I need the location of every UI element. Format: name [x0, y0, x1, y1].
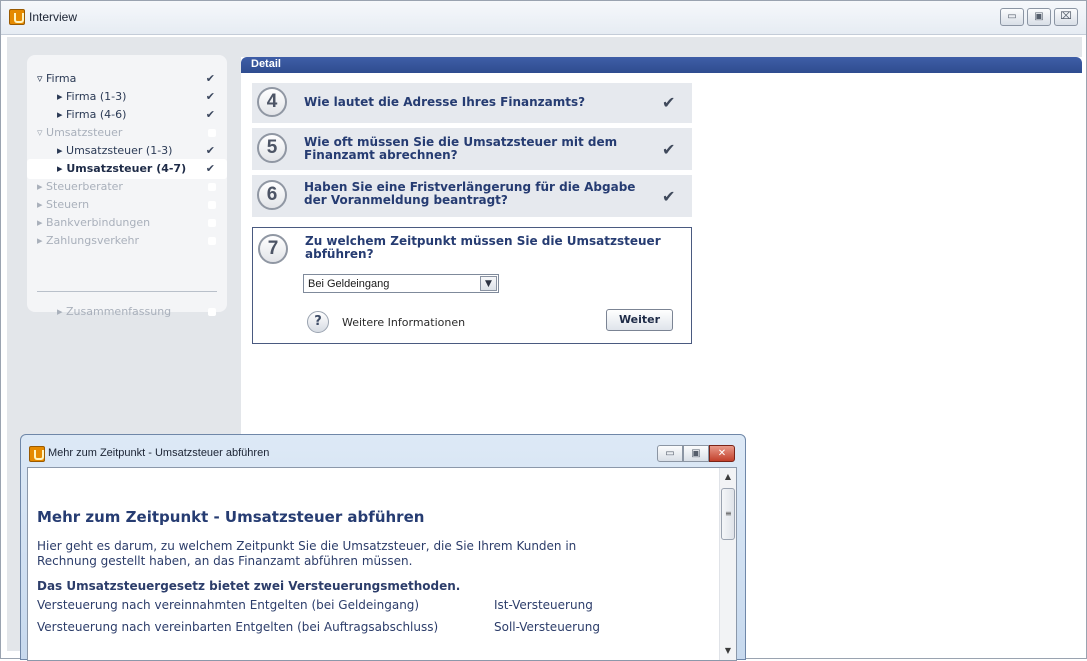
nav-item-label: ▸ Firma (1-3)	[57, 90, 127, 103]
scroll-up-icon[interactable]: ▲	[720, 470, 736, 484]
check-icon: ✔	[662, 140, 676, 159]
scroll-thumb[interactable]: ≡	[721, 488, 735, 540]
status-dot	[208, 237, 216, 245]
nav-item-umsatzsteuer-1-3[interactable]: ▸ Umsatzsteuer (1-3) ✔	[27, 141, 227, 161]
window-title: Interview	[29, 10, 78, 24]
status-dot	[208, 183, 216, 191]
weiter-button[interactable]: Weiter	[606, 309, 673, 331]
chevron-down-icon[interactable]: ▼	[480, 276, 497, 291]
more-info-link[interactable]: Weitere Informationen	[342, 316, 465, 329]
close-button[interactable]: ⌧	[1054, 8, 1078, 26]
maximize-icon: ▣	[1034, 11, 1044, 22]
nav-item-label: ▸ Steuern	[37, 198, 90, 211]
nav-item-label: ▿ Umsatzsteuer	[37, 126, 123, 139]
nav-item-firma-4-6[interactable]: ▸ Firma (4-6) ✔	[27, 105, 227, 125]
detail-header: Detail	[241, 57, 1082, 73]
method-row-name: Ist-Versteuerung	[494, 598, 593, 612]
nav-item-label: ▿ Firma	[37, 72, 77, 85]
app-icon	[9, 9, 25, 25]
nav-item-firma[interactable]: ▿ Firma ✔	[27, 69, 227, 89]
close-icon: ✕	[717, 447, 727, 459]
nav-item-umsatzsteuer[interactable]: ▿ Umsatzsteuer	[27, 123, 227, 143]
nav-item-label: ▸ Bankverbindungen	[37, 216, 151, 229]
status-dot	[208, 308, 216, 316]
check-icon: ✔	[205, 108, 215, 121]
question-number-badge: 6	[257, 180, 287, 210]
select-value: Bei Geldeingang	[308, 278, 390, 290]
check-icon: ✔	[662, 187, 676, 206]
popup-minimize-button[interactable]: ▭	[657, 445, 683, 462]
grip-icon: ≡	[725, 509, 732, 518]
question-text: Zu welchem Zeitpunkt müssen Sie die Umsa…	[305, 234, 661, 261]
question-card-5[interactable]: 5 Wie oft müssen Sie die Umsatzsteuer mi…	[252, 128, 692, 170]
question-card-4[interactable]: 4 Wie lautet die Adresse Ihres Finanzamt…	[252, 83, 692, 123]
nav-item-label: ▸ Umsatzsteuer (1-3)	[57, 144, 173, 157]
nav-item-label: ▸ Zahlungsverkehr	[37, 234, 140, 247]
question-text: Wie lautet die Adresse Ihres Finanzamts?	[304, 95, 586, 109]
scroll-down-icon[interactable]: ▼	[720, 644, 736, 658]
status-dot	[208, 219, 216, 227]
nav-item-bankverbindungen[interactable]: ▸ Bankverbindungen	[27, 213, 227, 233]
nav-item-firma-1-3[interactable]: ▸ Firma (1-3) ✔	[27, 87, 227, 107]
popup-close-button[interactable]: ✕	[709, 445, 735, 462]
nav-separator	[37, 291, 217, 292]
minimize-icon: ▭	[665, 447, 675, 459]
question-number-badge: 7	[258, 234, 288, 264]
nav-item-steuern[interactable]: ▸ Steuern	[27, 195, 227, 215]
check-icon: ✔	[205, 144, 215, 157]
method-row-name: Soll-Versteuerung	[494, 620, 600, 634]
question-text: Haben Sie eine Fristverlängerung für die…	[304, 180, 636, 207]
method-row-label: Versteuerung nach vereinnahmten Entgelte…	[37, 598, 420, 612]
info-popup-window: Mehr zum Zeitpunkt - Umsatzsteuer abführ…	[20, 434, 746, 661]
question-number-badge: 4	[257, 87, 287, 117]
window-controls: ▭ ▣ ⌧	[1000, 8, 1078, 26]
question-number-badge: 5	[257, 133, 287, 163]
nav-item-label: ▸ Firma (4-6)	[57, 108, 127, 121]
popup-titlebar[interactable]: Mehr zum Zeitpunkt - Umsatzsteuer abführ…	[21, 435, 745, 463]
app-icon	[29, 446, 45, 462]
question-card-6[interactable]: 6 Haben Sie eine Fristverlängerung für d…	[252, 175, 692, 217]
popup-window-controls: ▭ ▣ ✕	[657, 445, 735, 462]
navigation-panel: ▿ Firma ✔ ▸ Firma (1-3) ✔ ▸ Firma (4-6) ✔ ▿…	[27, 55, 227, 318]
check-icon: ✔	[205, 90, 215, 103]
popup-title: Mehr zum Zeitpunkt - Umsatzsteuer abführ…	[48, 447, 270, 459]
question-text: Wie oft müssen Sie die Umsatzsteuer mit …	[304, 135, 618, 162]
minimize-icon: ▭	[1007, 11, 1017, 22]
check-icon: ✔	[662, 93, 676, 112]
method-row-label: Versteuerung nach vereinbarten Entgelten…	[37, 620, 439, 634]
maximize-icon: ▣	[691, 447, 701, 459]
payment-time-select[interactable]: Bei Geldeingang ▼	[303, 274, 499, 293]
popup-paragraph-line: Rechnung gestellt haben, an das Finanzam…	[37, 554, 413, 568]
detail-title: Detail	[251, 58, 281, 70]
minimize-button[interactable]: ▭	[1000, 8, 1024, 26]
close-icon: ⌧	[1060, 11, 1072, 22]
nav-item-label: ▸ Zusammenfassung	[57, 305, 172, 318]
nav-item-label: ▸ Steuerberater	[37, 180, 123, 193]
popup-subheading: Das Umsatzsteuergesetz bietet zwei Verst…	[37, 579, 461, 593]
popup-heading: Mehr zum Zeitpunkt - Umsatzsteuer abführ…	[37, 508, 425, 526]
nav-item-zusammenfassung[interactable]: ▸ Zusammenfassung	[27, 302, 227, 322]
help-icon[interactable]: ?	[307, 311, 329, 333]
nav-item-umsatzsteuer-4-7[interactable]: ▸ Umsatzsteuer (4-7) ✔	[27, 159, 227, 179]
status-dot	[208, 129, 216, 137]
nav-item-steuerberater[interactable]: ▸ Steuerberater	[27, 177, 227, 197]
check-icon: ✔	[205, 72, 215, 85]
question-card-7[interactable]: 7 Zu welchem Zeitpunkt müssen Sie die Um…	[252, 227, 692, 344]
popup-maximize-button[interactable]: ▣	[683, 445, 709, 462]
popup-scrollbar[interactable]: ▲ ≡ ▼	[719, 468, 736, 660]
window-titlebar[interactable]: Interview ▭ ▣ ⌧	[1, 1, 1086, 35]
nav-item-zahlungsverkehr[interactable]: ▸ Zahlungsverkehr	[27, 231, 227, 251]
nav-item-label: ▸ Umsatzsteuer (4-7)	[57, 162, 187, 175]
check-icon: ✔	[205, 162, 215, 175]
maximize-button[interactable]: ▣	[1027, 8, 1051, 26]
popup-paragraph-line: Hier geht es darum, zu welchem Zeitpunkt…	[37, 539, 577, 553]
status-dot	[208, 201, 216, 209]
popup-content: Mehr zum Zeitpunkt - Umsatzsteuer abführ…	[27, 467, 737, 661]
interview-window: Interview ▭ ▣ ⌧ ▿ Firma ✔ ▸ Firma (1-3) ✔ …	[0, 0, 1087, 661]
